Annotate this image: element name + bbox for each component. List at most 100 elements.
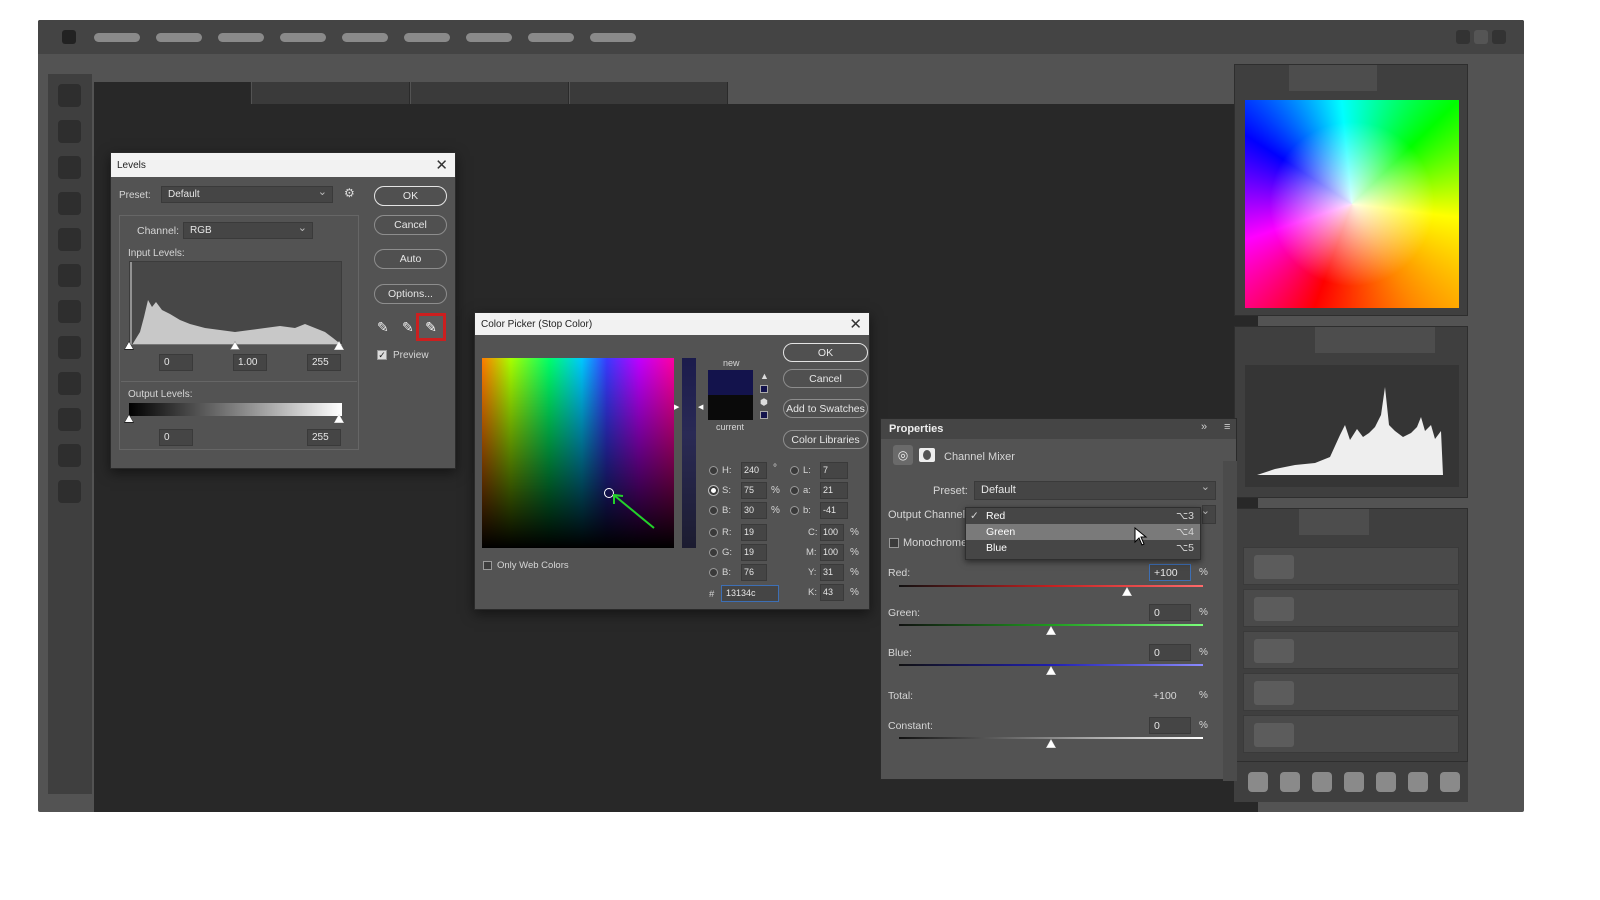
panel-tab[interactable] [1235,327,1315,353]
output-white-thumb[interactable] [334,414,344,423]
output-channel-select[interactable] [1201,504,1216,524]
monochrome-checkbox[interactable] [889,538,899,548]
blue-field[interactable]: 76 [741,564,767,581]
doc-tab[interactable] [411,82,569,104]
close-icon[interactable]: ✕ [435,156,448,174]
panel-tab[interactable] [1299,509,1369,535]
input-white-field[interactable]: 255 [307,354,341,371]
warning-icon[interactable]: ▲ [760,371,769,381]
menu-item-9[interactable] [590,33,636,42]
collapse-icon[interactable]: » [1201,421,1207,433]
scrollbar[interactable] [1223,461,1237,781]
tool-button[interactable] [58,84,81,107]
input-black-thumb[interactable] [124,341,134,350]
input-gamma-thumb[interactable] [230,341,240,350]
output-black-field[interactable]: 0 [159,429,193,446]
close-icon[interactable]: ✕ [849,315,862,333]
tool-button[interactable] [58,372,81,395]
color-libraries-button[interactable]: Color Libraries [783,430,868,449]
maximize-icon[interactable] [1474,30,1488,44]
red-slider-thumb[interactable] [1122,587,1132,596]
doc-tab[interactable] [252,82,410,104]
l-radio[interactable] [790,466,799,475]
menu-item-6[interactable] [404,33,450,42]
color-wheel-swatch[interactable] [1245,100,1459,308]
cancel-button[interactable]: Cancel [374,215,447,235]
preset-select[interactable]: Default [161,185,333,203]
menu-item-4[interactable] [280,33,326,42]
options-button[interactable]: Options... [374,284,447,304]
hue-field[interactable]: 240 [741,462,767,479]
gray-eyedropper-icon[interactable]: ✎ [402,319,414,336]
hue-radio[interactable] [709,466,718,475]
menu-item-blue[interactable]: Blue ⌥5 [966,540,1200,556]
input-gamma-field[interactable]: 1.00 [233,354,267,371]
footer-icon[interactable] [1440,772,1460,792]
red-slider-track[interactable] [899,585,1203,587]
magenta-field[interactable]: 100 [820,544,844,561]
green-slider-thumb[interactable] [1046,626,1056,635]
menu-item-2[interactable] [156,33,202,42]
web-safe-swatch[interactable] [760,411,768,419]
brightness-radio[interactable] [709,506,718,515]
tool-button[interactable] [58,120,81,143]
footer-icon[interactable] [1280,772,1300,792]
tool-button[interactable] [58,444,81,467]
black-eyedropper-icon[interactable]: ✎ [377,319,389,336]
hue-slider[interactable] [682,358,696,548]
channel-select[interactable]: RGB [183,221,313,239]
l-field[interactable]: 7 [820,462,848,479]
hue-slider-left-arrow[interactable]: ▶ [674,403,679,411]
ok-button[interactable]: OK [374,186,447,206]
menu-item-green[interactable]: Green ⌥4 [966,524,1200,540]
tool-button[interactable] [58,264,81,287]
input-white-thumb[interactable] [334,341,344,350]
a-radio[interactable] [790,486,799,495]
only-web-colors-checkbox[interactable] [483,561,492,570]
footer-icon[interactable] [1408,772,1428,792]
a-field[interactable]: 21 [820,482,848,499]
tool-button[interactable] [58,480,81,503]
menu-item-red[interactable]: ✓ Red ⌥3 [966,508,1200,524]
b-lab-field[interactable]: -41 [820,502,848,519]
green-field[interactable]: 19 [741,544,767,561]
constant-slider-thumb[interactable] [1046,739,1056,748]
hex-field[interactable]: 13134c [721,585,779,602]
black-field[interactable]: 43 [820,584,844,601]
mask-icon[interactable] [919,448,935,462]
saturation-field[interactable]: 75 [741,482,767,499]
menu-item-3[interactable] [218,33,264,42]
menu-item-7[interactable] [466,33,512,42]
blue-value-field[interactable]: 0 [1149,644,1191,661]
tool-button[interactable] [58,156,81,179]
ok-button[interactable]: OK [783,343,868,362]
footer-icon[interactable] [1248,772,1268,792]
green-value-field[interactable]: 0 [1149,604,1191,621]
red-field[interactable]: 19 [741,524,767,541]
tool-button[interactable] [58,192,81,215]
brightness-field[interactable]: 30 [741,502,767,519]
red-value-field[interactable]: +100 [1149,564,1191,581]
green-radio[interactable] [709,548,718,557]
panel-tab[interactable] [1235,509,1299,535]
cancel-button[interactable]: Cancel [783,369,868,388]
layer-row[interactable] [1243,631,1459,669]
tool-button[interactable] [58,228,81,251]
b-lab-radio[interactable] [790,506,799,515]
blue-slider-thumb[interactable] [1046,666,1056,675]
layer-row[interactable] [1243,715,1459,753]
layer-row[interactable] [1243,547,1459,585]
cyan-field[interactable]: 100 [820,524,844,541]
gamut-swatch[interactable] [760,385,768,393]
gear-icon[interactable]: ⚙ [344,186,355,200]
panel-tab[interactable] [1235,65,1289,91]
constant-value-field[interactable]: 0 [1149,717,1191,734]
input-black-field[interactable]: 0 [159,354,193,371]
blue-radio[interactable] [709,568,718,577]
panel-tab[interactable] [1357,327,1435,353]
tool-button[interactable] [58,300,81,323]
tool-button[interactable] [58,336,81,359]
white-eyedropper-icon[interactable]: ✎ [416,313,446,341]
layer-row[interactable] [1243,589,1459,627]
close-window-icon[interactable] [1492,30,1506,44]
